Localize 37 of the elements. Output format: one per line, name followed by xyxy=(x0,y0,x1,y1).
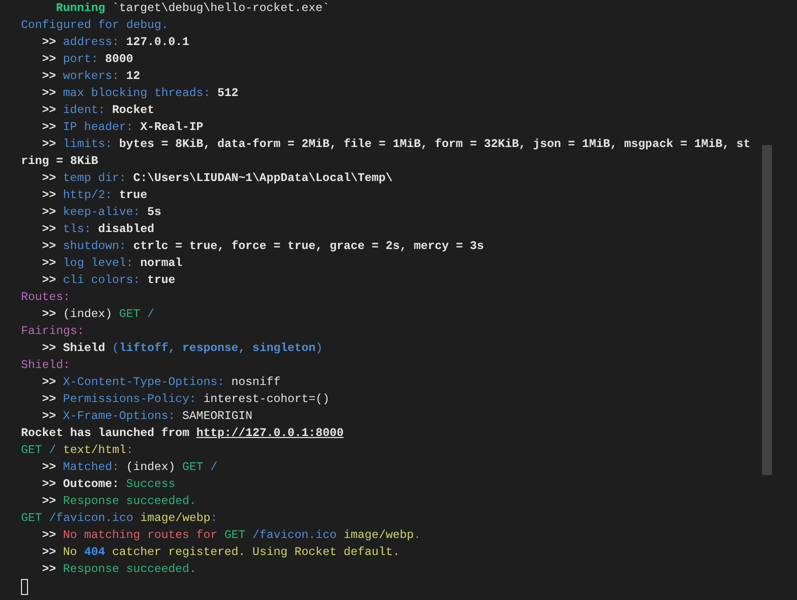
terminal-line: >> shutdown: ctrlc = true, force = true, grace = 2s, mercy = 3s xyxy=(42,239,484,253)
terminal-line: >> Outcome: Success xyxy=(42,477,176,491)
terminal-line: >> No matching routes for GET /favicon.ico image/webp. xyxy=(42,528,421,542)
terminal-line: >> workers: 12 xyxy=(42,69,140,83)
terminal-line: Configured for debug. xyxy=(21,18,168,32)
terminal-line: >> log level: normal xyxy=(42,256,182,270)
terminal-line: >> Matched: (index) GET / xyxy=(42,460,218,474)
terminal-line: >> No 404 catcher registered. Using Rocket default. xyxy=(42,545,400,559)
terminal-line: >> Permissions-Policy: interest-cohort=() xyxy=(42,392,330,406)
url-link[interactable]: http://127.0.0.1:8000 xyxy=(196,425,344,442)
terminal-line: >> X-Frame-Options: SAMEORIGIN xyxy=(42,409,252,423)
terminal-line: >> tls: disabled xyxy=(42,222,154,236)
scrollbar-thumb[interactable] xyxy=(762,145,772,475)
terminal-line: >> address: 127.0.0.1 xyxy=(42,35,190,49)
terminal-line: >> limits: bytes = 8KiB, data-form = 2MiB, file = 1MiB, form = 32KiB, json = 1MiB, msgpack = 1MiB, st xyxy=(42,137,750,151)
terminal-line: >> Response succeeded. xyxy=(42,562,196,576)
terminal-line: >> cli colors: true xyxy=(42,273,176,287)
terminal-line: >> max blocking threads: 512 xyxy=(42,86,238,100)
terminal-line: GET /favicon.ico image/webp: xyxy=(21,511,218,525)
terminal-line: Shield: xyxy=(21,358,70,372)
terminal-line: >> (index) GET / xyxy=(42,307,154,321)
terminal-line: Running `target\debug\hello-rocket.exe` xyxy=(56,1,330,15)
terminal-line: Routes: xyxy=(21,290,70,304)
terminal-line: >> IP header: X-Real-IP xyxy=(42,120,204,134)
terminal-line: >> Response succeeded. xyxy=(42,494,196,508)
terminal-line: GET / text/html: xyxy=(21,443,134,457)
cursor xyxy=(21,578,28,594)
terminal-text: Rocket has launched from xyxy=(21,425,190,442)
terminal-line: >> X-Content-Type-Options: nosniff xyxy=(42,375,280,389)
terminal-line: >> Shield (liftoff, response, singleton) xyxy=(42,341,323,355)
terminal-line: >> port: 8000 xyxy=(42,52,134,66)
terminal-line: ring = 8KiB xyxy=(21,154,98,168)
terminal-line: >> temp dir: C:\Users\LIUDAN~1\AppData\Local\Temp\ xyxy=(42,171,393,185)
terminal-line: Fairings: xyxy=(21,324,84,338)
terminal-line: >> keep-alive: 5s xyxy=(42,205,162,219)
terminal-line: >> http/2: true xyxy=(42,188,148,202)
terminal-line: >> ident: Rocket xyxy=(42,103,154,117)
